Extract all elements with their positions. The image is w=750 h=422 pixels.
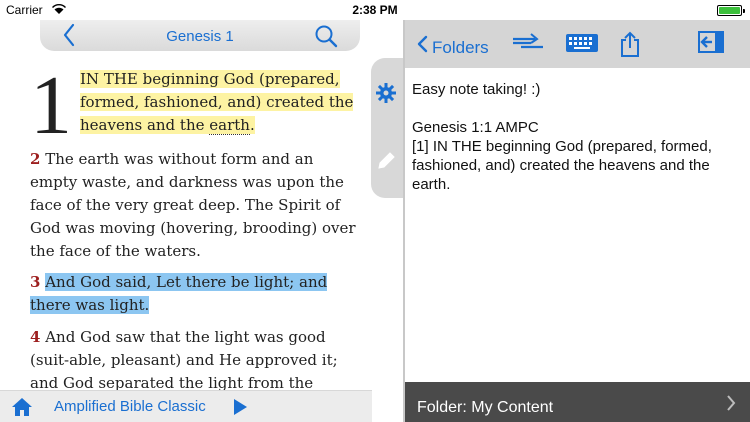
verse-number: 2	[30, 150, 41, 168]
status-bar: Carrier 2:38 PM	[0, 0, 750, 20]
clock: 2:38 PM	[352, 3, 398, 17]
note-reference: Genesis 1:1 AMPC	[412, 119, 539, 136]
reader-bottom-bar: Amplified Bible Classic	[0, 390, 372, 422]
verse-3[interactable]: 3 And God said, Let there be light; and …	[30, 271, 360, 317]
verse-number: 3	[30, 273, 41, 291]
folders-button[interactable]: Folders	[417, 35, 489, 58]
folder-footer[interactable]: Folder: My Content	[405, 382, 750, 422]
bible-reader: Genesis 1 1 IN THE beginning God (prepar…	[0, 20, 372, 422]
verse-1[interactable]: IN THE beginning God (prepared, formed, …	[80, 68, 360, 137]
battery-icon	[717, 5, 745, 16]
chevron-left-icon	[417, 35, 428, 53]
verse-1-text: IN THE beginning God (prepared, formed, …	[80, 70, 354, 135]
verse-text: The earth was without form and an empty …	[30, 150, 356, 260]
note-editor[interactable]: Easy note taking! :) Genesis 1:1 AMPC [1…	[412, 80, 746, 194]
gear-icon[interactable]	[375, 82, 397, 109]
verse-number: 4	[30, 328, 41, 346]
play-icon[interactable]	[232, 398, 248, 421]
share-icon[interactable]	[619, 30, 641, 63]
bible-version-button[interactable]: Amplified Bible Classic	[54, 398, 206, 415]
sync-icon[interactable]	[511, 30, 545, 61]
verse-text: And God said, Let there be light; and th…	[30, 273, 328, 314]
note-marker[interactable]: earth	[209, 116, 250, 135]
side-tab-strip	[371, 58, 404, 198]
folders-label: Folders	[432, 38, 489, 57]
search-icon[interactable]	[314, 24, 338, 53]
keyboard-icon[interactable]	[565, 30, 599, 61]
notes-toolbar: Folders	[405, 20, 750, 68]
note-body: [1] IN THE beginning God (prepared, form…	[412, 138, 712, 193]
folder-label: Folder: My Content	[417, 399, 554, 416]
chevron-right-icon	[726, 394, 736, 417]
home-icon[interactable]	[10, 396, 34, 422]
pencil-icon[interactable]	[375, 150, 397, 177]
collapse-icon[interactable]	[697, 30, 725, 59]
notes-pane: Folders Easy note taking! :) Genesis 1:1…	[403, 20, 750, 422]
note-line: Easy note taking! :)	[412, 81, 541, 98]
reader-nav-bar: Genesis 1	[40, 20, 360, 51]
verse-2[interactable]: 2 The earth was without form and an empt…	[30, 148, 360, 263]
chapter-number: 1	[30, 59, 72, 152]
chapter-title[interactable]: Genesis 1	[40, 28, 360, 45]
